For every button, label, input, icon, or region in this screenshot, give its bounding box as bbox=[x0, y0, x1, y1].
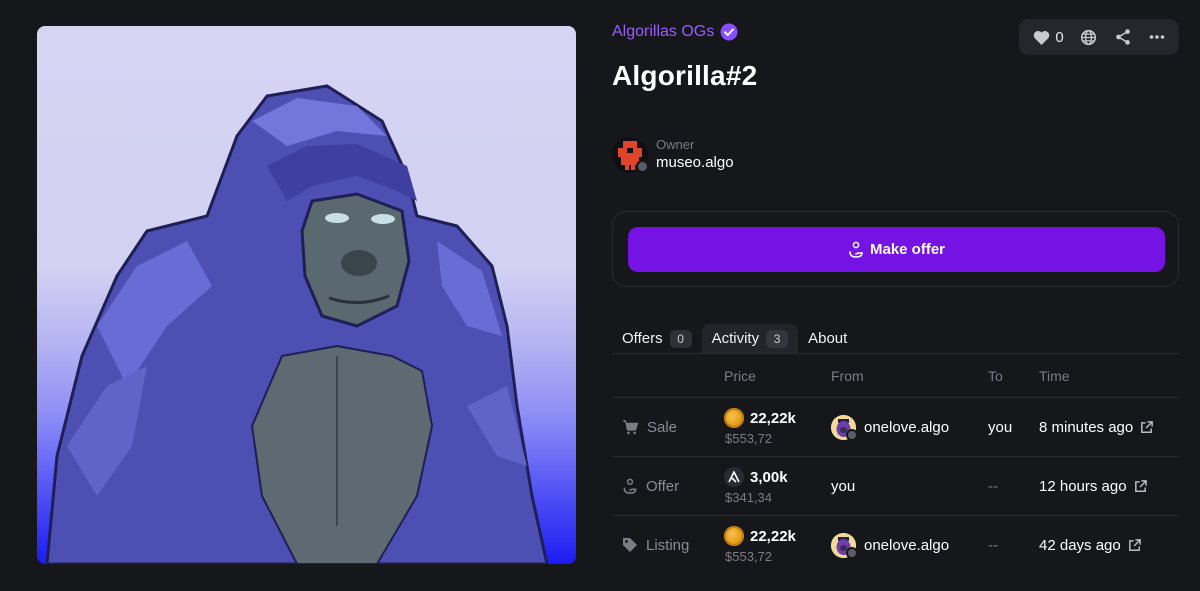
event-type-label: Listing bbox=[646, 536, 690, 554]
website-button[interactable] bbox=[1080, 29, 1097, 46]
owner-section[interactable]: Owner museo.algo bbox=[612, 137, 734, 173]
time-cell[interactable]: 12 hours ago bbox=[1039, 478, 1179, 495]
verified-badge-icon bbox=[720, 23, 738, 41]
from-name[interactable]: you bbox=[831, 478, 855, 495]
to-cell: -- bbox=[988, 536, 998, 554]
price-amount: 3,00k bbox=[750, 468, 788, 486]
more-options-button[interactable] bbox=[1149, 34, 1165, 40]
price-cell: 22,22k $553,72 bbox=[724, 408, 831, 446]
make-offer-button[interactable]: Make offer bbox=[628, 227, 1165, 272]
external-link-icon[interactable] bbox=[1127, 538, 1142, 553]
tab-offers[interactable]: Offers 0 bbox=[612, 324, 702, 353]
activity-table: Price From To Time Sale 22,22k $553,72 o… bbox=[612, 354, 1179, 574]
price-cell: 3,00k $341,34 bbox=[724, 467, 831, 505]
price-amount: 22,22k bbox=[750, 409, 796, 427]
tab-activity[interactable]: Activity 3 bbox=[701, 324, 799, 353]
event-type-label: Sale bbox=[647, 418, 678, 436]
event-type-label: Offer bbox=[646, 477, 680, 495]
collection-link[interactable]: Algorillas OGs bbox=[612, 22, 738, 42]
user-avatar bbox=[831, 414, 858, 441]
price-usd: $553,72 bbox=[725, 431, 772, 446]
from-user[interactable]: onelove.algo bbox=[831, 532, 988, 559]
tab-count-badge: 0 bbox=[669, 329, 692, 348]
tab-label: Offers bbox=[622, 330, 663, 347]
status-dot bbox=[846, 546, 858, 559]
nft-artwork[interactable] bbox=[37, 26, 576, 564]
from-user[interactable]: you bbox=[831, 478, 988, 495]
nft-title: Algorilla#2 bbox=[612, 60, 758, 91]
time-text: 42 days ago bbox=[1039, 536, 1121, 554]
to-cell: -- bbox=[988, 477, 998, 495]
gold-coin-icon bbox=[724, 526, 744, 546]
owner-name[interactable]: museo.algo bbox=[656, 153, 734, 173]
event-type: Listing bbox=[612, 537, 724, 554]
event-type: Sale bbox=[612, 419, 724, 436]
table-header: Price From To Time bbox=[612, 354, 1179, 398]
header-from: From bbox=[831, 367, 864, 384]
action-bar: 0 bbox=[1019, 19, 1179, 55]
header-price: Price bbox=[724, 367, 756, 384]
price-usd: $553,72 bbox=[725, 549, 772, 564]
owner-text: Owner museo.algo bbox=[656, 137, 734, 173]
price-usd: $341,34 bbox=[725, 490, 772, 505]
tab-label: About bbox=[808, 330, 848, 347]
heart-icon bbox=[1034, 30, 1050, 45]
from-user[interactable]: onelove.algo bbox=[831, 414, 988, 441]
algo-icon bbox=[724, 467, 744, 487]
gorilla-illustration bbox=[45, 84, 549, 564]
cart-icon bbox=[623, 419, 639, 434]
time-text: 8 minutes ago bbox=[1039, 418, 1134, 436]
share-button[interactable] bbox=[1114, 28, 1132, 46]
status-dot bbox=[636, 160, 649, 173]
from-name[interactable]: onelove.algo bbox=[864, 537, 949, 554]
table-row: Sale 22,22k $553,72 onelove.algo you 8 m… bbox=[612, 398, 1179, 457]
external-link-icon[interactable] bbox=[1139, 420, 1154, 435]
offer-panel: Make offer bbox=[612, 211, 1179, 287]
price-amount: 22,22k bbox=[750, 527, 796, 545]
owner-avatar[interactable] bbox=[612, 137, 649, 173]
header-to: To bbox=[988, 367, 1003, 384]
table-row: Listing 22,22k $553,72 onelove.algo -- 4… bbox=[612, 516, 1179, 574]
gold-coin-icon bbox=[724, 408, 744, 428]
tab-label: Activity bbox=[711, 330, 760, 347]
status-dot bbox=[846, 428, 858, 441]
like-count: 0 bbox=[1055, 28, 1064, 46]
more-horizontal-icon bbox=[1149, 35, 1164, 39]
user-avatar bbox=[831, 532, 858, 559]
price-cell: 22,22k $553,72 bbox=[724, 526, 831, 564]
share-icon bbox=[1116, 29, 1130, 45]
owner-label: Owner bbox=[656, 137, 695, 152]
tag-icon bbox=[623, 538, 637, 552]
event-type: Offer bbox=[612, 478, 724, 495]
time-text: 12 hours ago bbox=[1039, 477, 1127, 495]
tab-count-badge: 3 bbox=[766, 329, 789, 348]
globe-icon bbox=[1081, 29, 1097, 45]
from-name[interactable]: onelove.algo bbox=[864, 419, 949, 436]
offer-hand-icon bbox=[849, 241, 863, 258]
time-cell[interactable]: 8 minutes ago bbox=[1039, 419, 1179, 436]
like-button[interactable]: 0 bbox=[1033, 28, 1064, 46]
to-cell: you bbox=[988, 418, 1013, 436]
table-row: Offer 3,00k $341,34 you -- 12 hours ago bbox=[612, 457, 1179, 516]
tab-about[interactable]: About bbox=[798, 324, 857, 353]
tab-bar: Offers 0 Activity 3 About bbox=[612, 324, 857, 353]
make-offer-label: Make offer bbox=[869, 241, 946, 258]
header-time: Time bbox=[1039, 367, 1070, 384]
external-link-icon[interactable] bbox=[1133, 479, 1148, 494]
collection-name[interactable]: Algorillas OGs bbox=[612, 23, 714, 41]
offer-hand-icon bbox=[623, 478, 637, 494]
time-cell[interactable]: 42 days ago bbox=[1039, 537, 1179, 554]
